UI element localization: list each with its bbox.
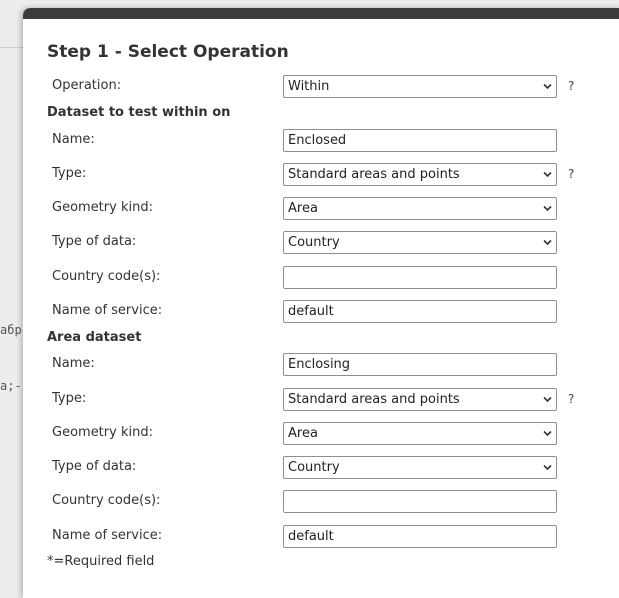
dataset-name-label: Name:	[52, 132, 95, 147]
required-field-note: *=Required field	[47, 554, 155, 569]
dialog-titlebar	[23, 8, 619, 19]
dataset-section-header: Dataset to test within on	[47, 105, 231, 120]
dataset-name-row: Name:	[23, 127, 619, 153]
dataset-type-select[interactable]: Standard areas and points	[283, 163, 557, 186]
area-name-row: Name:	[23, 351, 619, 377]
chevron-down-icon	[543, 396, 552, 403]
dataset-type-row: Type: Standard areas and points ?	[23, 161, 619, 187]
dataset-geometry-label: Geometry kind:	[52, 200, 153, 215]
area-type-label: Type:	[52, 391, 87, 406]
area-country-codes-label: Country code(s):	[52, 493, 161, 508]
area-service-label: Name of service:	[52, 528, 163, 543]
chevron-down-icon	[543, 171, 552, 178]
area-country-codes-input[interactable]	[283, 490, 557, 513]
dataset-geometry-row: Geometry kind: Area	[23, 195, 619, 221]
background-code-fragment: абр	[0, 323, 22, 337]
area-service-row: Name of service:	[23, 523, 619, 549]
area-name-input[interactable]	[283, 353, 557, 376]
dataset-datatype-select-value: Country	[288, 235, 340, 250]
chevron-down-icon	[543, 464, 552, 471]
dataset-geometry-select-value: Area	[288, 201, 318, 216]
dataset-datatype-row: Type of data: Country	[23, 229, 619, 255]
dataset-country-codes-input[interactable]	[283, 266, 557, 289]
dataset-country-codes-label: Country code(s):	[52, 269, 161, 284]
chevron-down-icon	[543, 239, 552, 246]
chevron-down-icon	[543, 430, 552, 437]
area-datatype-select-value: Country	[288, 460, 340, 475]
area-section-header: Area dataset	[47, 330, 142, 345]
chevron-down-icon	[543, 205, 552, 212]
dataset-datatype-select[interactable]: Country	[283, 231, 557, 254]
dialog-title: Step 1 - Select Operation	[47, 42, 289, 62]
area-datatype-select[interactable]: Country	[283, 456, 557, 479]
area-type-select-value: Standard areas and points	[288, 392, 460, 407]
area-type-row: Type: Standard areas and points ?	[23, 386, 619, 412]
area-geometry-select-value: Area	[288, 426, 318, 441]
operation-row: Operation: Within ?	[23, 73, 619, 99]
background-divider	[0, 47, 23, 48]
dataset-service-input[interactable]	[283, 300, 557, 323]
area-geometry-row: Geometry kind: Area	[23, 420, 619, 446]
area-name-label: Name:	[52, 356, 95, 371]
area-country-codes-row: Country code(s):	[23, 488, 619, 514]
dataset-service-label: Name of service:	[52, 303, 163, 318]
dataset-type-select-value: Standard areas and points	[288, 167, 460, 182]
operation-select-value: Within	[288, 79, 330, 94]
operation-help-icon[interactable]: ?	[568, 73, 574, 99]
background-code-fragment: a;-	[0, 379, 22, 393]
dataset-type-label: Type:	[52, 166, 87, 181]
area-type-select[interactable]: Standard areas and points	[283, 388, 557, 411]
dataset-name-input[interactable]	[283, 129, 557, 152]
area-datatype-label: Type of data:	[52, 459, 137, 474]
dataset-service-row: Name of service:	[23, 298, 619, 324]
operation-label: Operation:	[52, 78, 122, 93]
chevron-down-icon	[543, 83, 552, 90]
operation-select[interactable]: Within	[283, 75, 557, 98]
select-operation-dialog: Step 1 - Select Operation Operation: Wit…	[23, 8, 619, 598]
dataset-type-help-icon[interactable]: ?	[568, 161, 574, 187]
area-type-help-icon[interactable]: ?	[568, 386, 574, 412]
area-service-input[interactable]	[283, 525, 557, 548]
dataset-geometry-select[interactable]: Area	[283, 197, 557, 220]
area-datatype-row: Type of data: Country	[23, 454, 619, 480]
area-geometry-select[interactable]: Area	[283, 422, 557, 445]
dataset-datatype-label: Type of data:	[52, 234, 137, 249]
dataset-country-codes-row: Country code(s):	[23, 264, 619, 290]
area-geometry-label: Geometry kind:	[52, 425, 153, 440]
